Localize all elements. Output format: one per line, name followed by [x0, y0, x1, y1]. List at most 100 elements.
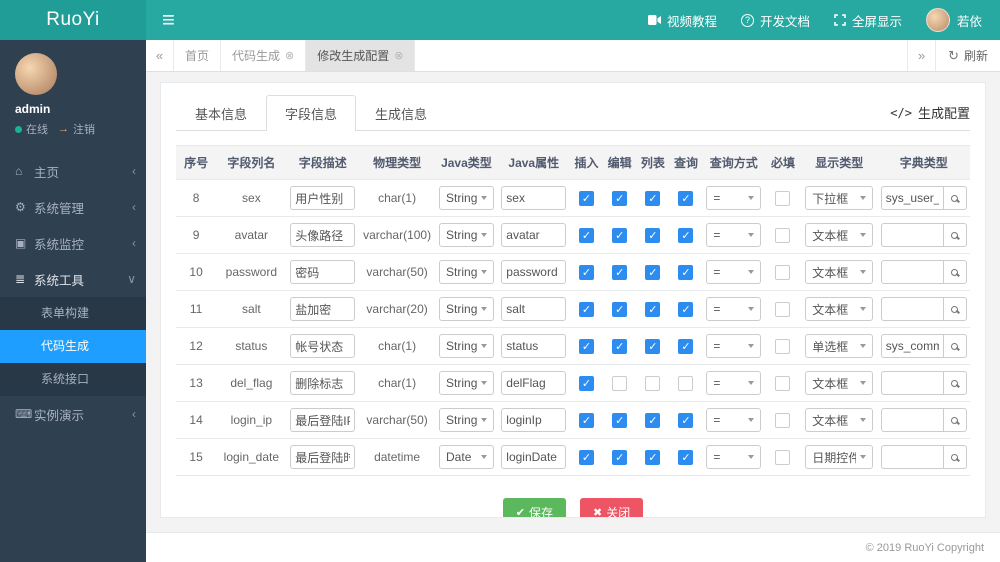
display-type-select[interactable]: 文本框	[805, 223, 874, 247]
nav-video-tutorial[interactable]: 视频教程	[647, 11, 717, 30]
edit-checkbox[interactable]: ✓	[612, 449, 628, 465]
sidebar-item-system-tools[interactable]: ≣ 系统工具 ∨	[0, 261, 146, 297]
dict-search-button[interactable]	[942, 445, 967, 469]
dict-search-button[interactable]	[942, 186, 967, 210]
list-checkbox[interactable]: ✓	[645, 449, 661, 465]
java-prop-input[interactable]	[501, 334, 567, 358]
tab-field-info[interactable]: 字段信息	[266, 95, 357, 131]
required-checkbox[interactable]	[775, 375, 791, 391]
list-checkbox[interactable]: ✓	[645, 338, 661, 354]
insert-checkbox[interactable]: ✓	[579, 190, 595, 206]
tab-home[interactable]: 首页	[174, 40, 222, 71]
field-desc-input[interactable]	[290, 408, 356, 432]
sidebar-item-demo[interactable]: ⌨ 实例演示 ‹	[0, 396, 146, 432]
java-type-select[interactable]: String	[439, 408, 494, 432]
tab-generation-info[interactable]: 生成信息	[356, 95, 446, 131]
query-checkbox[interactable]: ✓	[678, 449, 694, 465]
query-checkbox[interactable]: ✓	[678, 264, 694, 280]
display-type-select[interactable]: 日期控件	[805, 445, 874, 469]
dict-search-button[interactable]	[942, 297, 967, 321]
dict-search-button[interactable]	[942, 371, 967, 395]
query-mode-select[interactable]: =	[706, 297, 762, 321]
close-tab-icon[interactable]: ⊗	[394, 49, 403, 62]
sidebar-item-form-builder[interactable]: 表单构建	[0, 297, 146, 330]
query-checkbox[interactable]: ✓	[678, 301, 694, 317]
java-prop-input[interactable]	[501, 223, 567, 247]
display-type-select[interactable]: 文本框	[805, 260, 874, 284]
list-checkbox[interactable]: ✓	[645, 301, 661, 317]
close-button[interactable]: ✖ 关闭	[580, 498, 644, 517]
dict-type-input[interactable]	[880, 408, 943, 432]
java-prop-input[interactable]	[501, 260, 567, 284]
query-checkbox[interactable]: ✓	[678, 190, 694, 206]
insert-checkbox[interactable]: ✓	[579, 338, 595, 354]
required-checkbox[interactable]	[775, 338, 791, 354]
java-type-select[interactable]: String	[439, 334, 494, 358]
dict-type-input[interactable]	[880, 334, 943, 358]
query-mode-select[interactable]: =	[706, 408, 762, 432]
java-prop-input[interactable]	[501, 297, 567, 321]
dict-type-input[interactable]	[880, 371, 943, 395]
required-checkbox[interactable]	[775, 449, 791, 465]
dict-type-input[interactable]	[880, 223, 943, 247]
field-desc-input[interactable]	[290, 297, 356, 321]
sidebar-item-home[interactable]: ⌂ 主页 ‹	[0, 153, 146, 189]
display-type-select[interactable]: 文本框	[805, 371, 874, 395]
save-button[interactable]: ✔ 保存	[502, 498, 566, 517]
java-type-select[interactable]: String	[439, 371, 494, 395]
java-prop-input[interactable]	[501, 408, 567, 432]
required-checkbox[interactable]	[775, 264, 791, 280]
dict-type-input[interactable]	[880, 297, 943, 321]
insert-checkbox[interactable]: ✓	[579, 375, 595, 391]
tab-scroll-left-button[interactable]: «	[146, 40, 174, 71]
tab-scroll-right-button[interactable]: »	[907, 40, 935, 71]
java-prop-input[interactable]	[501, 445, 567, 469]
java-prop-input[interactable]	[501, 371, 567, 395]
field-desc-input[interactable]	[290, 334, 356, 358]
field-desc-input[interactable]	[290, 371, 356, 395]
generate-config-button[interactable]: </> 生成配置	[890, 103, 970, 130]
query-checkbox[interactable]: ✓	[678, 338, 694, 354]
required-checkbox[interactable]	[775, 301, 791, 317]
tab-code-generation[interactable]: 代码生成 ⊗	[221, 40, 307, 71]
insert-checkbox[interactable]: ✓	[579, 227, 595, 243]
dict-search-button[interactable]	[942, 223, 967, 247]
java-type-select[interactable]: Date	[439, 445, 494, 469]
tab-basic-info[interactable]: 基本信息	[176, 95, 266, 131]
edit-checkbox[interactable]	[612, 375, 628, 391]
list-checkbox[interactable]: ✓	[645, 412, 661, 428]
list-checkbox[interactable]: ✓	[645, 264, 661, 280]
list-checkbox[interactable]: ✓	[645, 190, 661, 206]
app-logo[interactable]: RuoYi	[0, 0, 146, 40]
query-checkbox[interactable]	[678, 375, 694, 391]
query-mode-select[interactable]: =	[706, 334, 762, 358]
java-type-select[interactable]: String	[439, 223, 494, 247]
edit-checkbox[interactable]: ✓	[612, 412, 628, 428]
java-type-select[interactable]: String	[439, 186, 494, 210]
java-prop-input[interactable]	[501, 186, 567, 210]
field-desc-input[interactable]	[290, 260, 356, 284]
field-desc-input[interactable]	[290, 186, 356, 210]
query-mode-select[interactable]: =	[706, 186, 762, 210]
dict-type-input[interactable]	[880, 260, 943, 284]
nav-fullscreen[interactable]: 全屏显示	[834, 11, 902, 30]
refresh-button[interactable]: ↻ 刷新	[935, 40, 1000, 71]
query-checkbox[interactable]: ✓	[678, 227, 694, 243]
field-desc-input[interactable]	[290, 445, 356, 469]
nav-dev-docs[interactable]: ? 开发文档	[740, 11, 810, 30]
query-mode-select[interactable]: =	[706, 445, 762, 469]
edit-checkbox[interactable]: ✓	[612, 338, 628, 354]
insert-checkbox[interactable]: ✓	[579, 449, 595, 465]
user-avatar[interactable]	[15, 53, 57, 95]
edit-checkbox[interactable]: ✓	[612, 264, 628, 280]
required-checkbox[interactable]	[775, 190, 791, 206]
sidebar-item-system-api[interactable]: 系统接口	[0, 363, 146, 396]
query-checkbox[interactable]: ✓	[678, 412, 694, 428]
query-mode-select[interactable]: =	[706, 223, 762, 247]
list-checkbox[interactable]	[645, 375, 661, 391]
required-checkbox[interactable]	[775, 227, 791, 243]
close-tab-icon[interactable]: ⊗	[285, 49, 294, 62]
query-mode-select[interactable]: =	[706, 260, 762, 284]
field-desc-input[interactable]	[290, 223, 356, 247]
sidebar-item-code-generation[interactable]: 代码生成	[0, 330, 146, 363]
